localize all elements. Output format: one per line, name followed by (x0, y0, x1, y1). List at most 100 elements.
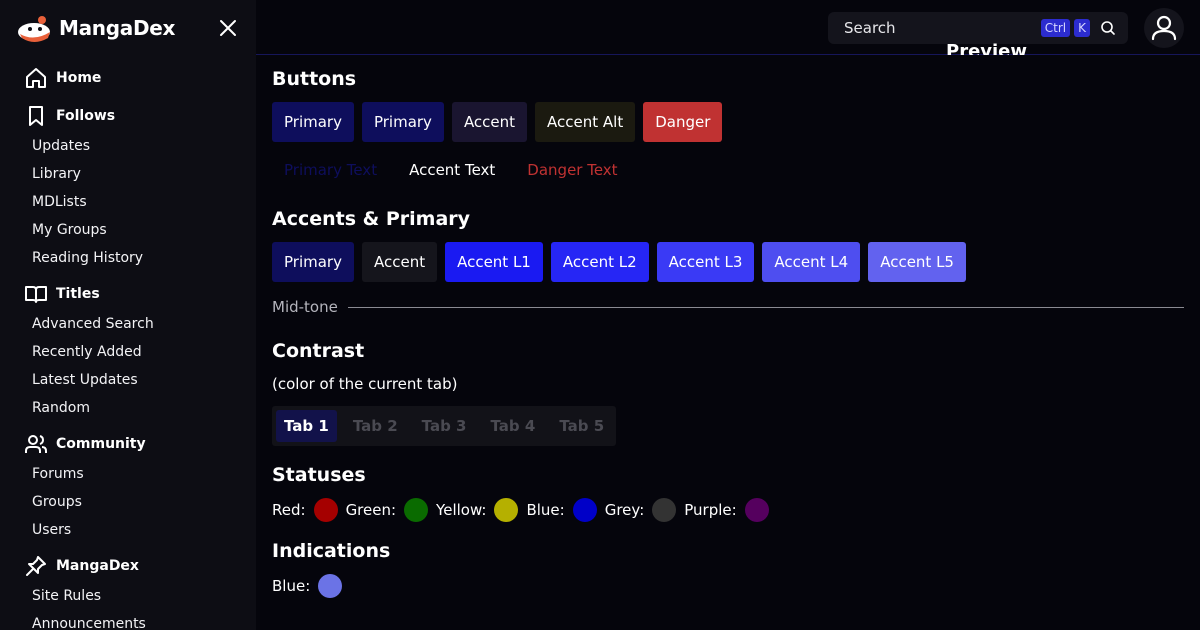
status-label: Green: (345, 501, 397, 519)
indication-dot-blue (318, 574, 343, 598)
status-dot-blue (572, 498, 597, 522)
accent-l5-button[interactable]: Accent L5 (868, 242, 966, 282)
user-menu-button[interactable] (1144, 8, 1184, 48)
sidebar-item-my-groups[interactable]: My Groups (0, 216, 256, 244)
status-purple: Purple: (684, 498, 769, 522)
contrast-heading: Contrast (272, 340, 365, 362)
status-red: Red: (272, 498, 338, 522)
users-icon (25, 435, 47, 453)
accent-l4-button[interactable]: Accent L4 (762, 242, 861, 282)
buttons-row: Primary Primary Accent Accent Alt Danger (272, 102, 723, 142)
kbd-ctrl: Ctrl (1040, 19, 1071, 37)
status-dot-red (313, 498, 338, 522)
accent-button[interactable]: Accent (451, 102, 528, 142)
sidebar-item-forums[interactable]: Forums (0, 460, 256, 488)
danger-button[interactable]: Danger (643, 102, 723, 142)
search-icon (1101, 21, 1115, 35)
search-placeholder: Search (844, 19, 896, 37)
indication-label: Blue: (272, 577, 311, 595)
sidebar-item-mangadex[interactable]: MangaDex (0, 550, 256, 582)
nav-section-community: Community Forums Groups Users (0, 428, 256, 544)
close-sidebar-button[interactable] (216, 16, 240, 40)
status-green: Green: (345, 498, 429, 522)
accent-text-button[interactable]: Accent Text (397, 150, 507, 190)
preview-title-peek: Preview (946, 43, 1028, 55)
sidebar-item-site-rules[interactable]: Site Rules (0, 582, 256, 610)
accent-l3-button[interactable]: Accent L3 (656, 242, 755, 282)
status-label: Grey: (604, 501, 645, 519)
sidebar-item-label: MangaDex (56, 558, 139, 574)
accents-heading: Accents & Primary (272, 208, 471, 230)
kbd-k: K (1074, 19, 1090, 37)
buttons-heading: Buttons (272, 68, 357, 90)
tab-bar: Tab 1 Tab 2 Tab 3 Tab 4 Tab 5 (272, 406, 617, 446)
indication-list: Blue: (272, 574, 343, 598)
accent-alt-button[interactable]: Accent Alt (535, 102, 636, 142)
primary-text-button[interactable]: Primary Text (272, 150, 389, 190)
sidebar-item-reading-history[interactable]: Reading History (0, 244, 256, 272)
status-dot-green (404, 498, 429, 522)
accent-l2-button[interactable]: Accent L2 (550, 242, 649, 282)
sidebar-item-label: Titles (56, 286, 100, 302)
status-grey: Grey: (605, 498, 677, 522)
contrast-subtitle: (color of the current tab) (272, 375, 458, 393)
nav-section-titles: Titles Advanced Search Recently Added La… (0, 278, 256, 422)
sidebar-nav: Home Follows Updates Library MDLists My … (0, 62, 256, 630)
user-avatar-icon (1151, 15, 1177, 41)
nav-section-follows: Follows Updates Library MDLists My Group… (0, 100, 256, 272)
accents-row: Primary Accent Accent L1 Accent L2 Accen… (272, 242, 966, 282)
sidebar: MangaDex Home Follows Updates Library MD… (0, 0, 256, 630)
sidebar-item-label: Follows (56, 108, 116, 124)
status-label: Blue: (526, 501, 565, 519)
mangadex-logo-icon (16, 12, 54, 44)
search-input[interactable]: Search Ctrl K (828, 12, 1128, 44)
status-label: Purple: (684, 501, 737, 519)
nav-section-mangadex: MangaDex Site Rules Announcements (0, 550, 256, 630)
sidebar-item-recently-added[interactable]: Recently Added (0, 338, 256, 366)
accent-base-button[interactable]: Accent (361, 242, 438, 282)
brand-name: MangaDex (59, 16, 176, 40)
statuses-heading: Statuses (272, 464, 366, 486)
danger-text-button[interactable]: Danger Text (515, 150, 629, 190)
tab-5[interactable]: Tab 5 (551, 410, 612, 442)
sidebar-item-mdlists[interactable]: MDLists (0, 188, 256, 216)
nav-section-home: Home (0, 62, 256, 94)
accent-primary-button[interactable]: Primary (272, 242, 354, 282)
tab-2[interactable]: Tab 2 (345, 410, 406, 442)
sidebar-item-updates[interactable]: Updates (0, 132, 256, 160)
sidebar-item-library[interactable]: Library (0, 160, 256, 188)
sidebar-item-titles[interactable]: Titles (0, 278, 256, 310)
indications-heading: Indications (272, 540, 391, 562)
midtone-label: Mid-tone (272, 298, 338, 316)
status-list: Red: Green: Yellow: Blue: Grey: Purple: (272, 498, 777, 522)
tab-4[interactable]: Tab 4 (482, 410, 543, 442)
tab-1[interactable]: Tab 1 (276, 410, 337, 442)
topbar: Search Ctrl K Preview (256, 0, 1200, 55)
text-buttons-row: Primary Text Accent Text Danger Text (272, 150, 630, 190)
status-dot-grey (652, 498, 677, 522)
sidebar-item-latest-updates[interactable]: Latest Updates (0, 366, 256, 394)
status-dot-yellow (494, 498, 519, 522)
bookmark-icon (29, 106, 43, 126)
status-dot-purple (744, 498, 769, 522)
sidebar-item-random[interactable]: Random (0, 394, 256, 422)
sidebar-item-community[interactable]: Community (0, 428, 256, 460)
status-yellow: Yellow: (436, 498, 519, 522)
pin-icon (26, 556, 46, 576)
accent-l1-button[interactable]: Accent L1 (445, 242, 543, 282)
tab-3[interactable]: Tab 3 (414, 410, 475, 442)
primary-button[interactable]: Primary (272, 102, 354, 142)
sidebar-item-users[interactable]: Users (0, 516, 256, 544)
divider-line (347, 306, 1184, 308)
sidebar-item-announcements[interactable]: Announcements (0, 610, 256, 630)
sidebar-item-advanced-search[interactable]: Advanced Search (0, 310, 256, 338)
home-icon (26, 68, 46, 88)
sidebar-item-groups[interactable]: Groups (0, 488, 256, 516)
sidebar-item-label: Community (56, 436, 146, 452)
sidebar-item-home[interactable]: Home (0, 62, 256, 94)
close-icon (220, 20, 236, 36)
status-label: Red: (272, 501, 306, 519)
brand[interactable]: MangaDex (16, 12, 175, 44)
primary-button-alt[interactable]: Primary (361, 102, 444, 142)
sidebar-item-follows[interactable]: Follows (0, 100, 256, 132)
